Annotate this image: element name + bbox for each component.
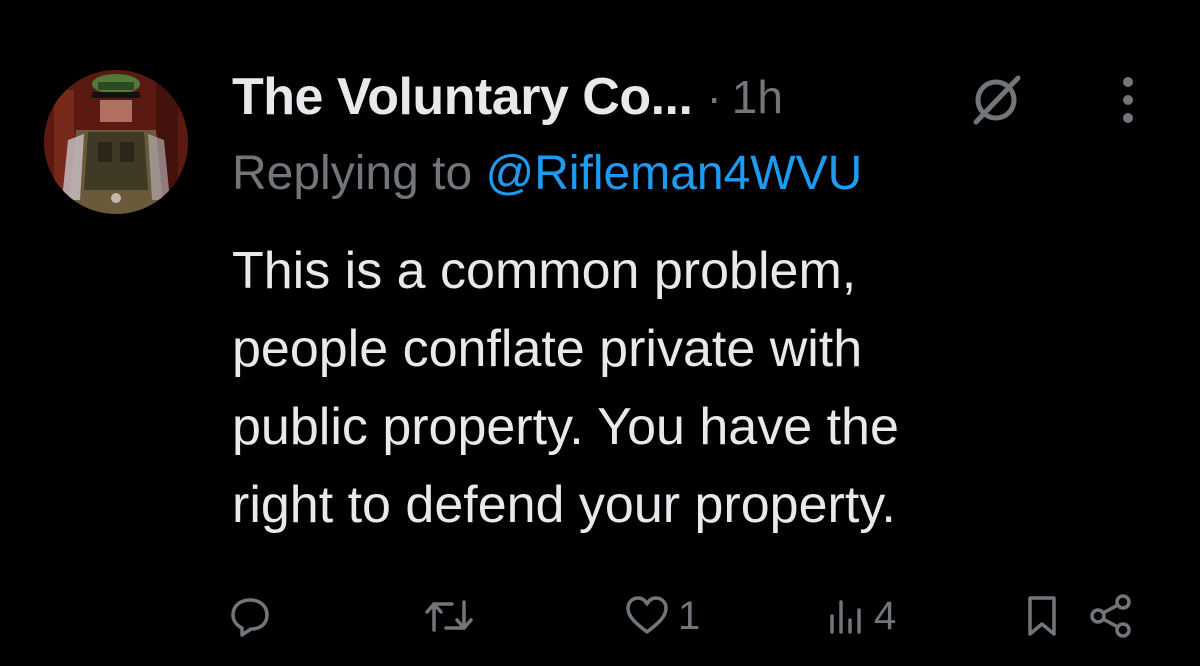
header-separator: · [706,71,722,123]
tweet-body-line: public property. You have the [232,398,899,456]
grok-icon[interactable] [968,72,1024,128]
retweet-button[interactable] [424,586,474,646]
reply-button[interactable] [228,586,272,646]
like-button[interactable]: 1 [624,586,700,646]
reply-icon [231,598,269,637]
replying-to: Replying to @Rifleman4WVU [232,146,862,201]
avatar[interactable] [44,70,188,214]
bookmark-icon [1028,596,1056,636]
action-bar: 1 4 [0,586,1200,646]
heart-icon [626,596,668,634]
share-icon [1090,594,1131,638]
tweet-header: The Voluntary Co... · 1h [232,62,783,132]
bookmark-button[interactable] [1024,586,1060,646]
retweet-icon [425,600,473,632]
replying-to-label: Replying to [232,147,486,200]
share-button[interactable] [1088,586,1134,646]
more-vertical-icon[interactable] [1110,72,1146,128]
tweet[interactable]: The Voluntary Co... · 1h Replying to @Ri… [0,0,1200,666]
replying-to-handle[interactable]: @Rifleman4WVU [485,147,862,200]
author-display-name[interactable]: The Voluntary Co... [232,67,693,127]
views-icon [830,600,861,634]
tweet-timestamp[interactable]: 1h [732,70,783,124]
views-button[interactable]: 4 [826,586,896,646]
tweet-body: This is a common problem, people conflat… [232,232,1132,544]
tweet-body-line: people conflate private with [232,320,863,378]
tweet-body-line: right to defend your property. [232,476,896,534]
like-count: 1 [678,593,701,638]
tweet-body-line: This is a common problem, [232,242,857,300]
views-count: 4 [874,593,897,638]
